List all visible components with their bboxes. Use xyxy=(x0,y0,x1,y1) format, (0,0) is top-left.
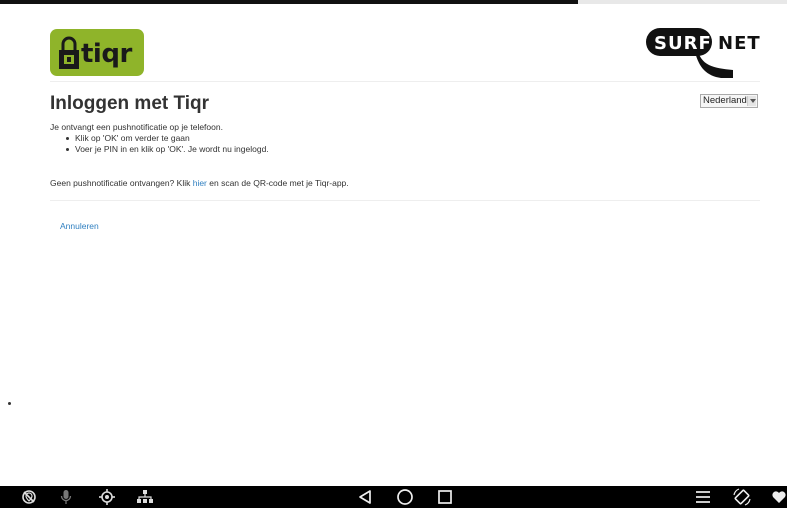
lock-icon xyxy=(59,36,79,69)
surfnet-suffix-text: NET xyxy=(718,33,761,54)
back-icon[interactable] xyxy=(354,486,376,508)
page-title: Inloggen met Tiqr xyxy=(50,93,210,114)
login-page: tiqr SURF NET Inloggen met Tiqr Nederlan… xyxy=(50,4,760,474)
surf-badge-text: SURF xyxy=(654,33,712,54)
language-select[interactable]: Nederlands xyxy=(700,94,758,108)
no-push-suffix: en scan de QR-code met je Tiqr-app. xyxy=(206,178,349,188)
header-divider xyxy=(50,81,760,82)
favorite-icon[interactable] xyxy=(770,486,787,508)
content-divider xyxy=(50,200,760,201)
instructions-intro: Je ontvangt een pushnotificatie op je te… xyxy=(50,122,223,132)
microphone-icon[interactable] xyxy=(56,486,76,508)
instruction-steps: Klik op 'OK' om verder te gaan Voer je P… xyxy=(50,133,269,155)
no-push-notice: Geen pushnotificatie ontvangen? Klik hie… xyxy=(50,178,349,189)
language-select-value: Nederlands xyxy=(703,95,752,106)
no-location-icon[interactable] xyxy=(18,486,40,508)
menu-icon[interactable] xyxy=(692,486,714,508)
surf-badge: SURF xyxy=(646,28,712,56)
instruction-step: Klik op 'OK' om verder te gaan xyxy=(65,133,269,144)
home-icon[interactable] xyxy=(393,486,417,508)
qr-code-link[interactable]: hier xyxy=(193,178,207,188)
instructions: Je ontvangt een pushnotificatie op je te… xyxy=(50,122,269,155)
gps-target-icon[interactable] xyxy=(96,486,118,508)
cursor-dot xyxy=(8,402,11,405)
no-push-prefix: Geen pushnotificatie ontvangen? Klik xyxy=(50,178,193,188)
tiqr-logo-text: tiqr xyxy=(81,39,132,69)
surfnet-logo: SURF NET xyxy=(646,26,761,78)
instruction-step: Voer je PIN in en klik op 'OK'. Je wordt… xyxy=(65,144,269,155)
header: tiqr SURF NET xyxy=(50,26,760,82)
rotate-icon[interactable] xyxy=(730,486,754,508)
chevron-down-icon xyxy=(747,96,756,106)
network-icon[interactable] xyxy=(134,486,156,508)
android-navigation-bar xyxy=(0,486,787,508)
cancel-link[interactable]: Annuleren xyxy=(60,221,99,232)
recents-icon[interactable] xyxy=(434,486,456,508)
tiqr-logo: tiqr xyxy=(50,29,144,76)
